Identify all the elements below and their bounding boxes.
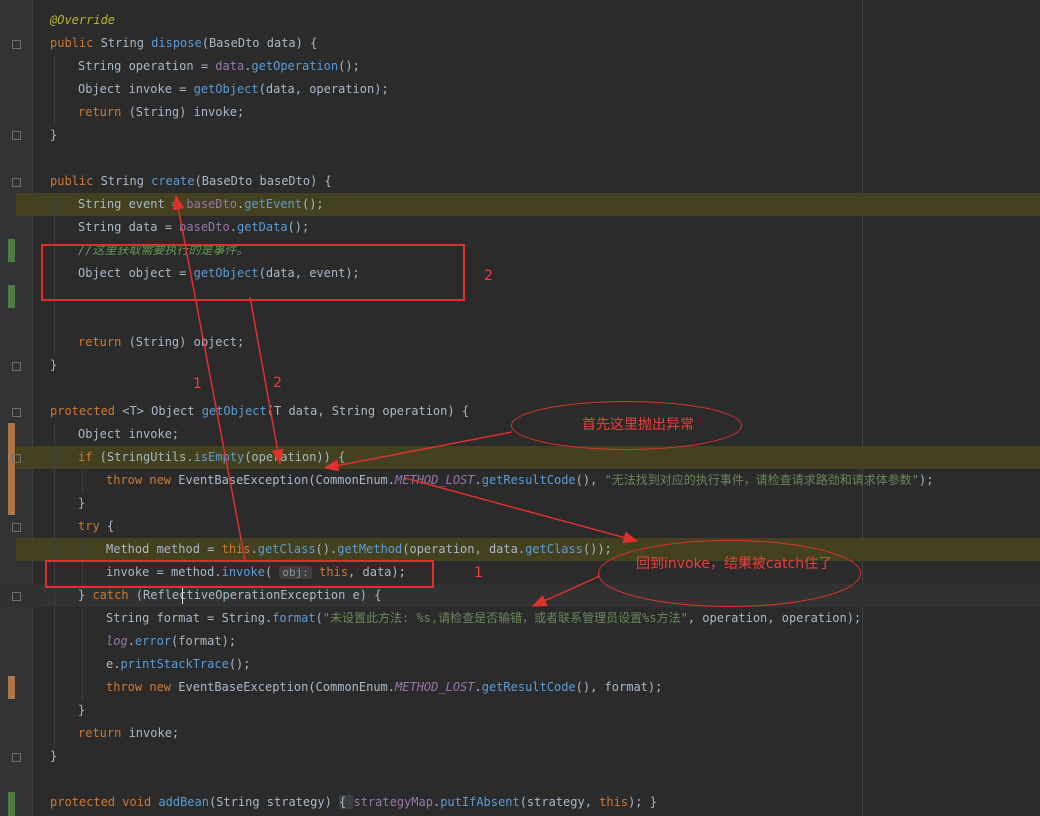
code-line[interactable]: } — [50, 745, 57, 768]
highlight-box-getobject-call — [41, 244, 465, 301]
vcs-modified-marker[interactable] — [8, 423, 15, 515]
fold-marker[interactable] — [12, 178, 21, 187]
fold-marker[interactable] — [12, 362, 21, 371]
code-line[interactable]: @Override — [50, 9, 115, 32]
code-line[interactable]: try { — [78, 515, 114, 538]
indent-guide — [82, 608, 83, 700]
callout-ellipse-catch — [598, 540, 861, 607]
gutter-separator — [32, 0, 33, 816]
code-line[interactable]: } — [50, 354, 57, 377]
annotation-number-2: 2 — [484, 268, 493, 284]
code-line[interactable]: String event = baseDto.getEvent(); — [78, 193, 324, 216]
fold-marker[interactable] — [12, 523, 21, 532]
annotation-number-1: 1 — [193, 376, 202, 392]
code-line[interactable]: String operation = data.getOperation(); — [78, 55, 360, 78]
code-line[interactable]: return invoke; — [78, 722, 179, 745]
annotation-catch-note: 回到invoke，结果被catch住了 — [636, 556, 833, 572]
code-line[interactable]: e.printStackTrace(); — [106, 653, 251, 676]
code-line[interactable]: Object invoke = getObject(data, operatio… — [78, 78, 389, 101]
annotation-number-2: 2 — [273, 375, 282, 391]
code-line[interactable]: } — [50, 124, 57, 147]
fold-marker[interactable] — [12, 40, 21, 49]
vcs-added-marker[interactable] — [8, 239, 15, 262]
code-line[interactable]: public String dispose(BaseDto data) { — [50, 32, 317, 55]
text-caret — [182, 588, 183, 604]
code-line[interactable]: throw new EventBaseException(CommonEnum.… — [106, 469, 933, 492]
highlight-box-invoke-call — [45, 560, 434, 588]
fold-marker[interactable] — [12, 753, 21, 762]
code-line[interactable]: String data = baseDto.getData(); — [78, 216, 309, 239]
right-margin-guide — [862, 0, 863, 816]
fold-marker[interactable] — [12, 454, 21, 463]
annotation-throw-note: 首先这里抛出异常 — [582, 417, 694, 433]
vcs-modified-marker[interactable] — [8, 676, 15, 699]
fold-marker[interactable] — [12, 592, 21, 601]
indent-guide — [54, 56, 55, 126]
vcs-added-marker[interactable] — [8, 792, 15, 816]
code-line[interactable]: Object invoke; — [78, 423, 179, 446]
fold-marker[interactable] — [12, 131, 21, 140]
vcs-added-marker[interactable] — [8, 285, 15, 308]
code-line[interactable]: return (String) object; — [78, 331, 244, 354]
code-line[interactable]: protected <T> Object getObject(T data, S… — [50, 400, 469, 423]
fold-marker[interactable] — [12, 408, 21, 417]
code-line[interactable]: } — [78, 492, 85, 515]
annotation-number-1: 1 — [474, 565, 483, 581]
code-line[interactable]: } — [78, 699, 85, 722]
code-line[interactable]: public String create(BaseDto baseDto) { — [50, 170, 332, 193]
code-line[interactable]: log.error(format); — [106, 630, 236, 653]
code-line[interactable]: protected void addBean(String strategy) … — [50, 791, 657, 814]
code-line[interactable]: throw new EventBaseException(CommonEnum.… — [106, 676, 662, 699]
code-line[interactable]: String format = String.format("未设置此方法: %… — [106, 607, 861, 630]
code-line[interactable]: if (StringUtils.isEmpty(operation)) { — [78, 446, 345, 469]
code-editor[interactable]: @Override public String dispose(BaseDto … — [0, 0, 1040, 816]
code-line[interactable]: Method method = this.getClass().getMetho… — [106, 538, 612, 561]
code-line[interactable]: return (String) invoke; — [78, 101, 244, 124]
indent-guide — [82, 470, 83, 493]
